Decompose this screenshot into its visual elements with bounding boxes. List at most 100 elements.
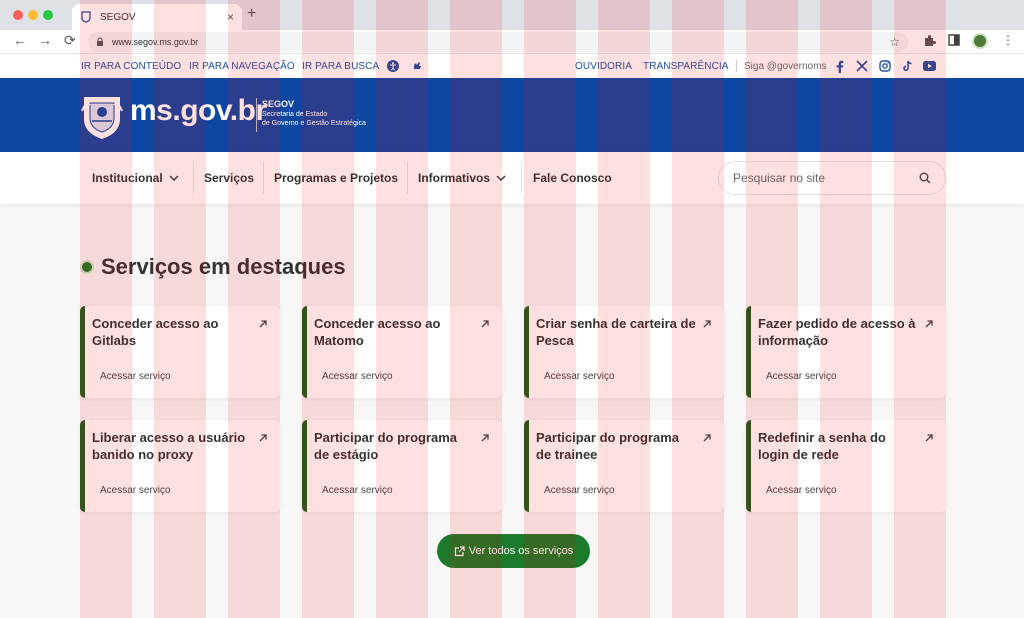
- section-header: Serviços em destaques: [82, 254, 346, 280]
- access-service-link[interactable]: Acessar serviço: [544, 485, 615, 496]
- card-title: Liberar acesso a usuário banido no proxy: [92, 430, 246, 462]
- youtube-icon[interactable]: [922, 59, 936, 73]
- search-box: [718, 161, 946, 195]
- nav-divider: [407, 162, 408, 194]
- service-card[interactable]: Conceder acesso ao Gitlabs Acessar servi…: [80, 306, 280, 398]
- access-service-link[interactable]: Acessar serviço: [322, 371, 393, 382]
- access-service-link[interactable]: Acessar serviço: [100, 371, 171, 382]
- org-name-line1: Secretaria de Estado: [262, 111, 328, 118]
- close-window-button[interactable]: [13, 10, 23, 20]
- facebook-icon[interactable]: [833, 59, 847, 73]
- browser-menu-icon[interactable]: ⋮: [1002, 33, 1014, 47]
- service-card[interactable]: Criar senha de carteira de Pesca Acessar…: [524, 306, 724, 398]
- access-service-link[interactable]: Acessar serviço: [766, 485, 837, 496]
- maximize-window-button[interactable]: [43, 10, 53, 20]
- service-card[interactable]: Participar do programa de trainee Acessa…: [524, 420, 724, 512]
- bookmark-star-icon[interactable]: ☆: [889, 35, 900, 49]
- x-twitter-icon[interactable]: [855, 59, 869, 73]
- nav-institucional[interactable]: Institucional: [92, 171, 179, 185]
- org-name-line2: de Governo e Gestão Estratégica: [262, 120, 366, 127]
- nav-divider: [193, 162, 194, 194]
- org-acronym: SEGOV: [262, 99, 295, 109]
- chevron-down-icon: [496, 175, 506, 181]
- nav-fale-conosco[interactable]: Fale Conosco: [533, 171, 612, 185]
- section-bullet-icon: [82, 262, 92, 272]
- browser-toolbar: ← → ⟳ www.segov.ms.gov.br ☆ ⋮: [0, 30, 1024, 54]
- skip-to-navigation-link[interactable]: IR PARA NAVEGAÇÃO: [189, 61, 295, 72]
- address-bar[interactable]: www.segov.ms.gov.br ☆: [88, 32, 908, 52]
- chevron-down-icon: [169, 175, 179, 181]
- url-text: www.segov.ms.gov.br: [112, 37, 199, 47]
- nav-label: Institucional: [92, 171, 163, 185]
- search-input[interactable]: [733, 171, 919, 185]
- arrow-up-right-icon: [924, 319, 934, 329]
- service-card[interactable]: Participar do programa de estágio Acessa…: [302, 420, 502, 512]
- card-title: Criar senha de carteira de Pesca: [536, 316, 696, 348]
- tab-title: SEGOV: [100, 11, 136, 23]
- view-all-label: Ver todos os serviços: [468, 545, 574, 557]
- service-card[interactable]: Liberar acesso a usuário banido no proxy…: [80, 420, 280, 512]
- utility-bar: IR PARA CONTEÚDO IR PARA NAVEGAÇÃO IR PA…: [0, 54, 1024, 78]
- access-service-link[interactable]: Acessar serviço: [100, 485, 171, 496]
- lock-icon: [96, 37, 104, 47]
- instagram-icon[interactable]: [878, 59, 892, 73]
- logo-divider: [256, 98, 257, 132]
- browser-tab[interactable]: SEGOV ×: [72, 4, 242, 30]
- nav-label: Serviços: [204, 171, 255, 185]
- nav-servicos[interactable]: Serviços: [204, 171, 254, 185]
- reload-icon[interactable]: ⟳: [64, 32, 76, 49]
- nav-divider: [521, 162, 522, 194]
- service-card[interactable]: Fazer pedido de acesso à informação Aces…: [746, 306, 946, 398]
- section-title: Serviços em destaques: [101, 254, 346, 279]
- card-title: Participar do programa de trainee: [536, 430, 680, 462]
- card-title: Participar do programa de estágio: [314, 430, 458, 462]
- nav-divider: [263, 162, 264, 194]
- card-title: Conceder acesso ao Gitlabs: [92, 316, 219, 348]
- arrow-up-right-icon: [702, 433, 712, 443]
- view-all-services-button[interactable]: Ver todos os serviços: [437, 534, 590, 568]
- extensions-icon[interactable]: [922, 34, 936, 48]
- profile-avatar[interactable]: [972, 33, 988, 49]
- back-icon[interactable]: ←: [13, 32, 27, 48]
- utility-divider: [736, 60, 737, 72]
- nav-label: Fale Conosco: [533, 171, 612, 185]
- access-service-link[interactable]: Acessar serviço: [322, 485, 393, 496]
- site-logo[interactable]: ms.gov.br: [130, 94, 267, 128]
- site-header: ms.gov.br SEGOV Secretaria de Estado de …: [0, 78, 1024, 152]
- minimize-window-button[interactable]: [28, 10, 38, 20]
- card-title: Fazer pedido de acesso à informação: [758, 316, 916, 348]
- coat-of-arms-icon[interactable]: [80, 91, 124, 141]
- ouvidoria-link[interactable]: OUVIDORIA: [575, 61, 632, 72]
- tab-close-icon[interactable]: ×: [227, 10, 234, 24]
- card-title: Redefinir a senha do login de rede: [758, 430, 886, 462]
- arrow-up-right-icon: [258, 433, 268, 443]
- service-card[interactable]: Conceder acesso ao Matomo Acessar serviç…: [302, 306, 502, 398]
- nav-programas-projetos[interactable]: Programas e Projetos: [274, 171, 398, 185]
- arrow-up-right-icon: [258, 319, 268, 329]
- arrow-up-right-icon: [702, 319, 712, 329]
- forward-icon[interactable]: →: [38, 32, 52, 48]
- main-navigation: Institucional Serviços Programas e Proje…: [0, 152, 1024, 204]
- arrow-up-right-icon: [480, 433, 490, 443]
- nav-label: Programas e Projetos: [274, 171, 399, 185]
- external-link-icon: [454, 545, 465, 557]
- access-service-link[interactable]: Acessar serviço: [544, 371, 615, 382]
- skip-to-content-link[interactable]: IR PARA CONTEÚDO: [81, 61, 181, 72]
- card-title: Conceder acesso ao Matomo: [314, 316, 441, 348]
- transparencia-link[interactable]: TRANSPARÊNCIA: [643, 61, 729, 72]
- arrow-up-right-icon: [924, 433, 934, 443]
- arrow-up-right-icon: [480, 319, 490, 329]
- site-favicon-icon: [80, 11, 92, 23]
- browser-tab-bar: SEGOV × +: [0, 0, 1024, 30]
- search-icon[interactable]: [919, 172, 931, 184]
- tiktok-icon[interactable]: [900, 59, 914, 73]
- skip-to-search-link[interactable]: IR PARA BUSCA: [302, 61, 379, 72]
- nav-label: Informativos: [418, 171, 491, 185]
- access-service-link[interactable]: Acessar serviço: [766, 371, 837, 382]
- new-tab-icon[interactable]: +: [247, 5, 256, 23]
- sidebar-icon[interactable]: [948, 34, 960, 46]
- service-card[interactable]: Redefinir a senha do login de rede Acess…: [746, 420, 946, 512]
- nav-informativos[interactable]: Informativos: [418, 171, 506, 185]
- accessibility-icon[interactable]: [386, 59, 400, 73]
- sign-language-icon[interactable]: [410, 59, 424, 73]
